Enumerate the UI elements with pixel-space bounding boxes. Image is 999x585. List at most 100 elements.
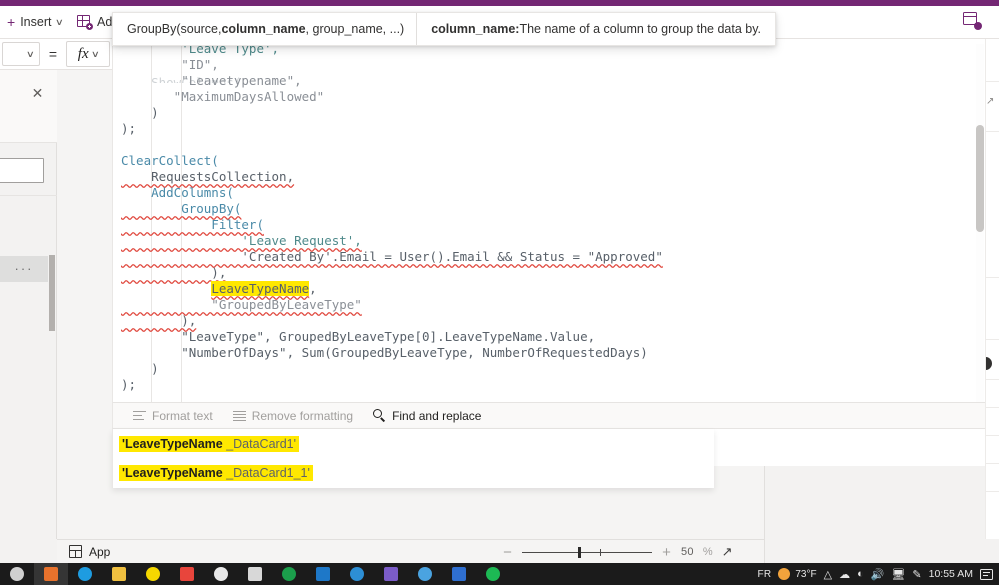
toolbox-icon [214, 567, 228, 581]
code-token: "Leavetypename", [121, 73, 302, 88]
property-dropdown[interactable]: ∨ [2, 42, 40, 66]
windows-taskbar: FR 73°F △ ☁ ◐ 🔊 🖥 ✎ 10:55 AM [0, 563, 999, 585]
weather-widget[interactable]: 73°F [778, 568, 817, 580]
code-token: , [309, 281, 317, 296]
taskbar-powerapps-icon[interactable] [34, 563, 68, 585]
result-highlight: 'LeaveTypeName _DataCard1' [119, 435, 299, 452]
property-value-input[interactable] [0, 158, 44, 183]
formula-editor-toolbar: Format text Remove formatting Find and r… [112, 402, 985, 429]
code-line: "ID", [113, 57, 985, 73]
formula-code[interactable]: 'Leave Type', "ID", "Leavetypename", "Ma… [113, 39, 985, 402]
taskbar-photos-icon[interactable] [408, 563, 442, 585]
taskbar-taskview-icon[interactable] [0, 563, 34, 585]
taskbar-audacity-icon[interactable] [272, 563, 306, 585]
taskbar-todo-icon[interactable] [442, 563, 476, 585]
code-line: "MaximumDaysAllowed" [113, 89, 985, 105]
zoom-controls: − + 50 % ↗ [502, 540, 733, 564]
taskbar-photos-app-icon[interactable] [238, 563, 272, 585]
close-icon[interactable]: ✕ [31, 86, 44, 100]
clock[interactable]: 10:55 AM [929, 568, 973, 580]
right-properties-pane: ↗ rta e [985, 39, 999, 539]
network-icon[interactable]: ◐ [857, 568, 864, 580]
zoom-slider-thumb[interactable] [578, 546, 581, 558]
chevron-down-icon: ∨ [26, 48, 36, 59]
add-data-icon [77, 15, 94, 30]
battery-icon[interactable]: 🖥 [891, 568, 905, 581]
spotify-icon [486, 567, 500, 581]
equals-sign: = [48, 46, 58, 62]
signature-suffix: , group_name, ...) [305, 22, 405, 36]
taskbar-file-explorer-icon[interactable] [102, 563, 136, 585]
code-line: AddColumns( [113, 185, 985, 201]
formula-editor[interactable]: ShowColumns( 'Leave Type', "ID", "Leavet… [112, 39, 985, 402]
toggle-switch[interactable] [986, 357, 992, 370]
volume-icon[interactable]: 🔊 [871, 568, 885, 581]
new-screen-icon[interactable] [963, 11, 982, 30]
code-token: Filter( [121, 217, 264, 232]
code-token: ); [121, 121, 137, 136]
code-line: "Leavetypename", [113, 73, 985, 89]
pen-icon[interactable]: ✎ [912, 568, 921, 581]
status-bar: App − + 50 % ↗ [57, 539, 764, 563]
taskbar-visual-studio-code-icon[interactable] [340, 563, 374, 585]
code-line: "NumberOfDays", Sum(GroupedByLeaveType, … [113, 345, 985, 361]
language-indicator[interactable]: FR [757, 569, 771, 580]
param-description: The name of a column to group the data b… [519, 22, 762, 36]
result-match-text: 'LeaveTypeName [122, 465, 223, 480]
code-token: ) [121, 105, 159, 120]
properties-list [0, 282, 48, 585]
code-token: "MaximumDaysAllowed" [121, 89, 325, 104]
result-match-text: 'LeaveTypeName [122, 436, 223, 451]
search-result-row[interactable]: 'LeaveTypeName _DataCard1' [113, 429, 714, 458]
code-token: ClearCollect( [121, 153, 219, 168]
fx-button[interactable]: fx ∨ [66, 41, 110, 67]
code-line: ) [113, 105, 985, 121]
taskbar-outlook-icon[interactable] [306, 563, 340, 585]
teams-icon [384, 567, 398, 581]
code-token: "GroupedByLeaveType" [121, 297, 362, 312]
code-line: GroupBy( [113, 201, 985, 217]
app-scope-indicator[interactable]: App [57, 545, 110, 559]
notification-center-icon[interactable] [980, 568, 993, 580]
code-line: ), [113, 265, 985, 281]
chrome-icon [180, 567, 194, 581]
format-text-icon [133, 410, 146, 421]
zoom-slider[interactable] [522, 546, 652, 558]
sun-icon [778, 568, 791, 580]
zoom-out-button[interactable]: − [502, 545, 513, 560]
powerapps-icon [44, 567, 58, 581]
taskbar-sticky-notes-icon[interactable] [136, 563, 170, 585]
code-token: 'Leave Request', [121, 233, 362, 248]
find-and-replace-button[interactable]: Find and replace [365, 405, 489, 427]
search-result-row[interactable]: 'LeaveTypeName _DataCard1_1' [113, 458, 714, 487]
taskbar-app-icons [0, 563, 510, 585]
expand-arrow-icon[interactable]: ↗ [986, 96, 994, 107]
insert-button[interactable]: + Insert ∨ [0, 6, 70, 39]
intellisense-signature: GroupBy(source, column_name, group_name,… [113, 13, 416, 45]
result-suffix-text: _DataCard1' [222, 436, 296, 451]
code-line: "GroupedByLeaveType" [113, 297, 985, 313]
show-hidden-icons-icon[interactable]: △ [824, 568, 832, 581]
onedrive-icon[interactable]: ☁ [839, 568, 850, 581]
fit-to-screen-icon[interactable]: ↗ [722, 544, 733, 560]
format-text-button[interactable]: Format text [125, 405, 221, 427]
taskbar-spotify-icon[interactable] [476, 563, 510, 585]
result-suffix-text: _DataCard1_1' [222, 465, 310, 480]
outlook-icon [316, 567, 330, 581]
properties-card: ✕ [0, 70, 57, 143]
code-line: Filter( [113, 217, 985, 233]
app-window: + Insert ∨ Add ∨ = fx ∨ ✕ ··· ShowColumn… [0, 0, 999, 585]
overflow-menu-button[interactable]: ··· [0, 256, 48, 282]
properties-pane-scrollbar[interactable] [49, 255, 55, 331]
taskbar-teams-icon[interactable] [374, 563, 408, 585]
taskbar-chrome-icon[interactable] [170, 563, 204, 585]
taskbar-edge-icon[interactable] [68, 563, 102, 585]
remove-formatting-button[interactable]: Remove formatting [225, 405, 361, 427]
properties-pane: ✕ ··· [0, 70, 57, 585]
code-line: "LeaveType", GroupedByLeaveType[0].Leave… [113, 329, 985, 345]
editor-scrollbar-thumb[interactable] [976, 125, 984, 232]
zoom-in-button[interactable]: + [661, 545, 672, 560]
code-token: 'Created By'.Email = User().Email && Sta… [121, 249, 663, 264]
taskbar-toolbox-icon[interactable] [204, 563, 238, 585]
